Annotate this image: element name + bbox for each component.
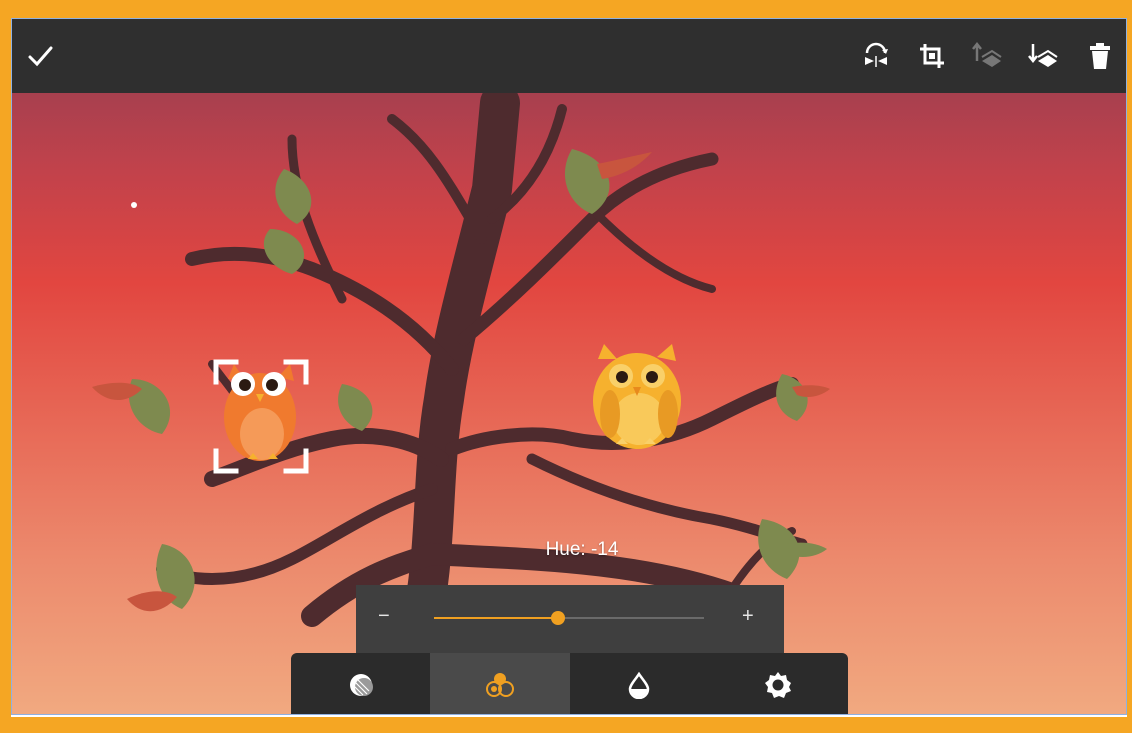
opacity-icon xyxy=(628,671,650,699)
tab-opacity[interactable] xyxy=(570,653,709,714)
top-toolbar xyxy=(12,19,1126,93)
selected-owl[interactable] xyxy=(224,364,296,461)
color-adjust-icon xyxy=(485,672,514,697)
bring-forward-icon[interactable] xyxy=(966,36,1006,76)
decrease-button[interactable]: − xyxy=(378,605,390,628)
yellow-owl[interactable] xyxy=(593,344,681,449)
adjustment-tabbar xyxy=(291,653,848,714)
tab-settings[interactable] xyxy=(709,653,848,714)
crop-icon[interactable] xyxy=(912,36,952,76)
blend-icon xyxy=(349,673,373,696)
editor-frame: Hue: -14 − + xyxy=(11,18,1127,717)
tab-color-adjust[interactable] xyxy=(430,653,570,714)
checkmark-icon[interactable] xyxy=(20,36,60,76)
tab-blend[interactable] xyxy=(291,653,430,714)
image-canvas[interactable]: Hue: -14 − + xyxy=(11,18,1127,715)
settings-icon xyxy=(765,671,792,698)
send-backward-icon[interactable] xyxy=(1022,36,1062,76)
tree xyxy=(156,83,808,629)
hue-slider-track[interactable] xyxy=(434,611,704,625)
increase-button[interactable]: + xyxy=(742,605,754,628)
flip-icon[interactable] xyxy=(856,36,896,76)
hue-slider-fill xyxy=(434,617,559,619)
hue-slider-thumb[interactable] xyxy=(551,611,566,625)
delete-icon[interactable] xyxy=(1080,36,1120,76)
hue-value-label: Hue: -14 xyxy=(545,539,619,560)
sparkle xyxy=(131,202,137,208)
hue-slider-panel: − + xyxy=(356,585,784,653)
